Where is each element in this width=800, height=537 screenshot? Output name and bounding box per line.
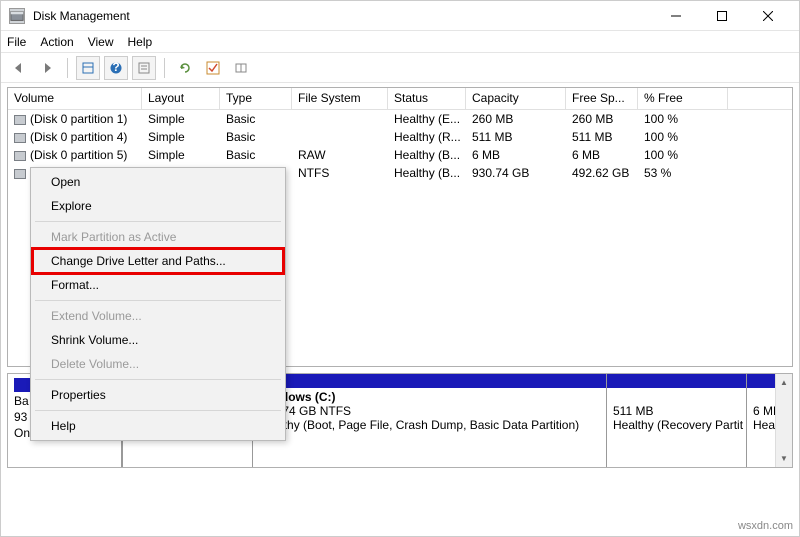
column-headers: Volume Layout Type File System Status Ca… — [8, 88, 792, 110]
scroll-down-icon[interactable]: ▼ — [776, 450, 792, 467]
menu-action[interactable]: Action — [40, 35, 73, 49]
menu-item-delete: Delete Volume... — [33, 352, 283, 376]
menu-item-format[interactable]: Format... — [33, 273, 283, 297]
help-icon[interactable]: ? — [104, 56, 128, 80]
drive-icon — [14, 115, 26, 125]
toolbar-list-icon[interactable] — [132, 56, 156, 80]
partition-label: Windows (C:) — [259, 390, 600, 404]
col-pctfree[interactable]: % Free — [638, 88, 728, 109]
app-icon — [9, 8, 25, 24]
toolbar-view-icon[interactable] — [76, 56, 100, 80]
menu-item-explore[interactable]: Explore — [33, 194, 283, 218]
partition-recovery[interactable]: 511 MB Healthy (Recovery Partit — [606, 374, 746, 467]
col-capacity[interactable]: Capacity — [466, 88, 566, 109]
watermark: wsxdn.com — [738, 520, 793, 532]
menu-item-mark-active: Mark Partition as Active — [33, 225, 283, 249]
menu-item-open[interactable]: Open — [33, 170, 283, 194]
menu-separator — [35, 410, 281, 411]
drive-icon — [14, 133, 26, 143]
menu-separator — [35, 221, 281, 222]
forward-button[interactable] — [35, 56, 59, 80]
refresh-icon[interactable] — [173, 56, 197, 80]
col-type[interactable]: Type — [220, 88, 292, 109]
window-title: Disk Management — [33, 9, 130, 23]
col-filesystem[interactable]: File System — [292, 88, 388, 109]
partition-header-bar — [607, 374, 746, 388]
menu-item-change-drive-letter[interactable]: Change Drive Letter and Paths... — [33, 249, 283, 273]
table-row[interactable]: (Disk 0 partition 1) SimpleBasicHealthy … — [8, 110, 792, 128]
menu-view[interactable]: View — [88, 35, 114, 49]
maximize-button[interactable] — [699, 1, 745, 31]
table-row[interactable]: (Disk 0 partition 4) SimpleBasicHealthy … — [8, 128, 792, 146]
menu-separator — [35, 379, 281, 380]
menu-bar: File Action View Help — [1, 31, 799, 53]
menu-separator — [35, 300, 281, 301]
partition-windows-c[interactable]: Windows (C:) 930.74 GB NTFS Healthy (Boo… — [252, 374, 606, 467]
partition-header-bar — [253, 374, 606, 388]
close-button[interactable] — [745, 1, 791, 31]
check-icon[interactable] — [201, 56, 225, 80]
minimize-button[interactable] — [653, 1, 699, 31]
menu-item-help[interactable]: Help — [33, 414, 283, 438]
col-layout[interactable]: Layout — [142, 88, 220, 109]
menu-item-extend: Extend Volume... — [33, 304, 283, 328]
table-row[interactable]: (Disk 0 partition 5) SimpleBasicRAWHealt… — [8, 146, 792, 164]
toolbar-panel-icon[interactable] — [229, 56, 253, 80]
toolbar: ? — [1, 53, 799, 83]
context-menu: Open Explore Mark Partition as Active Ch… — [30, 167, 286, 441]
menu-item-properties[interactable]: Properties — [33, 383, 283, 407]
drive-icon — [14, 151, 26, 161]
svg-text:?: ? — [112, 61, 119, 74]
drive-icon — [14, 169, 26, 179]
menu-file[interactable]: File — [7, 35, 26, 49]
col-status[interactable]: Status — [388, 88, 466, 109]
col-volume[interactable]: Volume — [8, 88, 142, 109]
back-button[interactable] — [7, 56, 31, 80]
col-freespace[interactable]: Free Sp... — [566, 88, 638, 109]
menu-help[interactable]: Help — [128, 35, 153, 49]
title-bar: Disk Management — [1, 1, 799, 31]
vertical-scrollbar[interactable]: ▲ ▼ — [775, 374, 792, 467]
menu-item-shrink[interactable]: Shrink Volume... — [33, 328, 283, 352]
scroll-up-icon[interactable]: ▲ — [776, 374, 792, 391]
